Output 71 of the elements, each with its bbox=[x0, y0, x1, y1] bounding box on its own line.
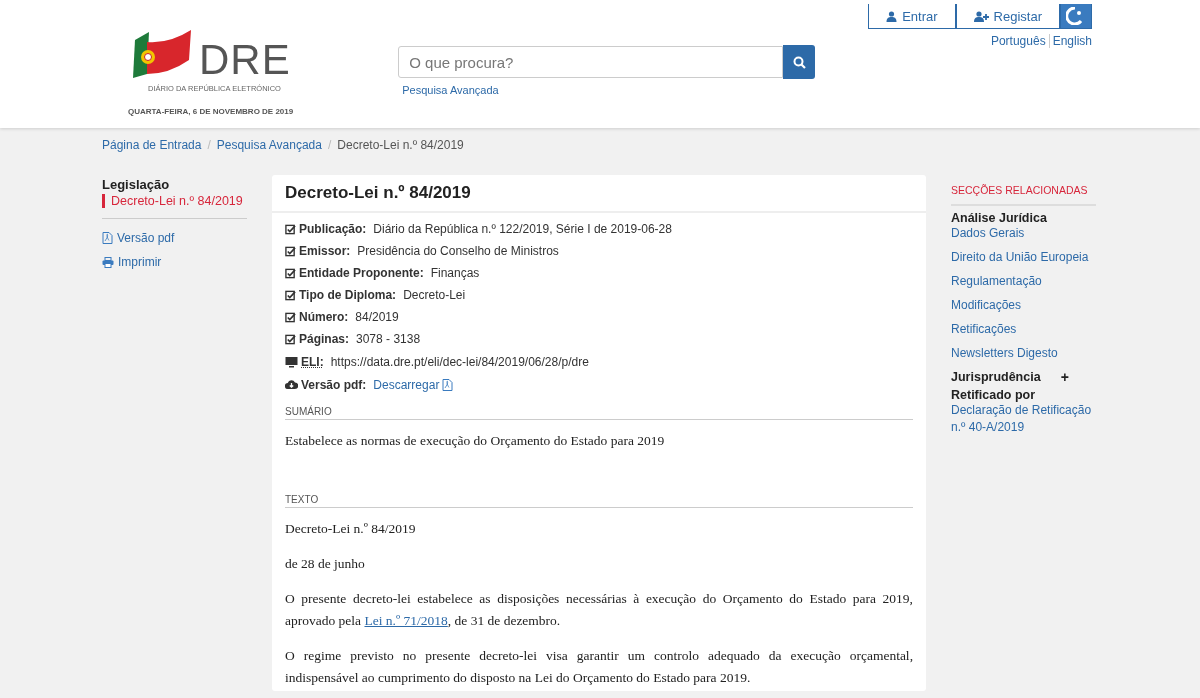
register-button[interactable]: Registar bbox=[955, 4, 1060, 29]
advanced-search-link[interactable]: Pesquisa Avançada bbox=[402, 84, 499, 96]
checkbox-icon bbox=[285, 223, 296, 235]
metadata-value: Presidência do Conselho de Ministros bbox=[357, 244, 559, 258]
cloud-download-icon bbox=[285, 379, 298, 390]
pdf-file-icon bbox=[442, 378, 454, 391]
monitor-icon bbox=[285, 355, 298, 368]
language-link[interactable]: Português bbox=[990, 34, 1046, 48]
language-link[interactable]: English bbox=[1048, 34, 1092, 48]
document-paragraph: Decreto-Lei n.º 84/2019 bbox=[285, 520, 417, 538]
accessibility-button[interactable] bbox=[1060, 4, 1092, 29]
related-link[interactable]: Regulamentação bbox=[951, 273, 1096, 290]
section-heading: Jurisprudência bbox=[951, 370, 1041, 384]
download-link[interactable]: Descarregar bbox=[373, 377, 454, 392]
related-link[interactable]: Modificações bbox=[951, 297, 1096, 314]
checkbox-icon bbox=[285, 333, 296, 345]
document-paragraph: O presente decreto-lei estabelece as disposições necessárias à execução do Orçamento do Estado para 2019, aprovado pela Lei n.º 71/2018, de 31 de dezembro. bbox=[285, 590, 913, 630]
metadata-label: Versão pdf: bbox=[301, 377, 367, 392]
metadata-label: Entidade Proponente: bbox=[299, 266, 424, 280]
metadata-label: ELI: bbox=[301, 354, 324, 369]
related-link[interactable]: Dados Gerais bbox=[951, 225, 1096, 242]
metadata-value: 3078 - 3138 bbox=[356, 332, 421, 346]
breadcrumb-link[interactable]: Pesquisa Avançada bbox=[216, 138, 322, 168]
eli-url: https://data.dre.pt/eli/dec-lei/84/2019/06/28/p/dre bbox=[330, 354, 589, 369]
accessibility-icon bbox=[1066, 7, 1084, 25]
current-date: QUARTA-FEIRA, 6 DE NOVEMBRO DE 2019 bbox=[128, 107, 294, 116]
login-button[interactable]: Entrar bbox=[868, 4, 956, 29]
section-label: TEXTO bbox=[285, 494, 913, 508]
summary-text: Estabelece as normas de execução do Orçamento do Estado para 2019 bbox=[285, 432, 666, 450]
metadata-label: Emissor: bbox=[299, 244, 351, 258]
pdf-version-link[interactable]: Versão pdf bbox=[102, 231, 247, 245]
print-link[interactable]: Imprimir bbox=[102, 255, 247, 269]
search-icon bbox=[792, 55, 806, 69]
printer-icon bbox=[102, 256, 114, 268]
metadata-value: Decreto-Lei bbox=[403, 288, 466, 302]
metadata-label: Número: bbox=[299, 310, 349, 324]
document-paragraph: de 28 de junho bbox=[285, 555, 366, 573]
document-title: Decreto-Lei n.º 84/2019 bbox=[272, 175, 926, 213]
metadata-value: 84/2019 bbox=[355, 310, 399, 324]
checkbox-icon bbox=[285, 289, 296, 301]
checkbox-icon bbox=[285, 311, 296, 323]
checkbox-icon bbox=[285, 245, 296, 257]
user-plus-icon bbox=[973, 10, 989, 22]
section-heading: Retificado por bbox=[951, 388, 1036, 402]
nav-heading: Legislação bbox=[102, 176, 171, 192]
breadcrumb-current: Decreto-Lei n.º 84/2019 bbox=[337, 138, 464, 154]
related-link[interactable]: Direito da União Europeia bbox=[951, 249, 1096, 266]
breadcrumb-link[interactable]: Página de Entrada bbox=[102, 138, 202, 168]
document-paragraph: O regime previsto no presente decreto-lei visa garantir um controlo adequado da execução orçamental, indispensável ao cumprimento do disposto na Lei do Orçamento do Estado para 2019. bbox=[285, 647, 913, 687]
related-link[interactable]: Declaração de Retificação n.º 40-A/2019 bbox=[951, 402, 1096, 436]
metadata-label: Páginas: bbox=[299, 332, 349, 346]
nav-item[interactable]: Decreto-Lei n.º 84/2019 bbox=[102, 194, 247, 208]
metadata-label: Publicação: bbox=[299, 222, 367, 236]
metadata-value: Finanças bbox=[430, 266, 480, 280]
search-field[interactable]: O que procura? bbox=[398, 46, 784, 78]
logo-text: DRE bbox=[199, 40, 291, 80]
law-link[interactable]: Lei n.º 71/2018 bbox=[364, 613, 448, 628]
metadata-label: Tipo de Diploma: bbox=[299, 288, 397, 302]
breadcrumb-separator: / bbox=[327, 138, 332, 154]
related-sections-heading: SECÇÕES RELACIONADAS bbox=[951, 184, 1096, 206]
section-label: SUMÁRIO bbox=[285, 406, 913, 420]
user-icon bbox=[886, 10, 898, 22]
expand-toggle[interactable]: + bbox=[1060, 369, 1069, 385]
search-button[interactable] bbox=[783, 45, 816, 79]
section-heading: Análise Jurídica bbox=[951, 211, 1047, 225]
metadata-value: Diário da República n.º 122/2019, Série I de 2019-06-28 bbox=[373, 222, 672, 236]
checkbox-icon bbox=[285, 267, 296, 279]
pdf-file-icon bbox=[102, 232, 113, 244]
breadcrumb-separator: / bbox=[207, 138, 211, 154]
related-link[interactable]: Newsletters Digesto bbox=[951, 345, 1096, 362]
related-link[interactable]: Retificações bbox=[951, 321, 1096, 338]
